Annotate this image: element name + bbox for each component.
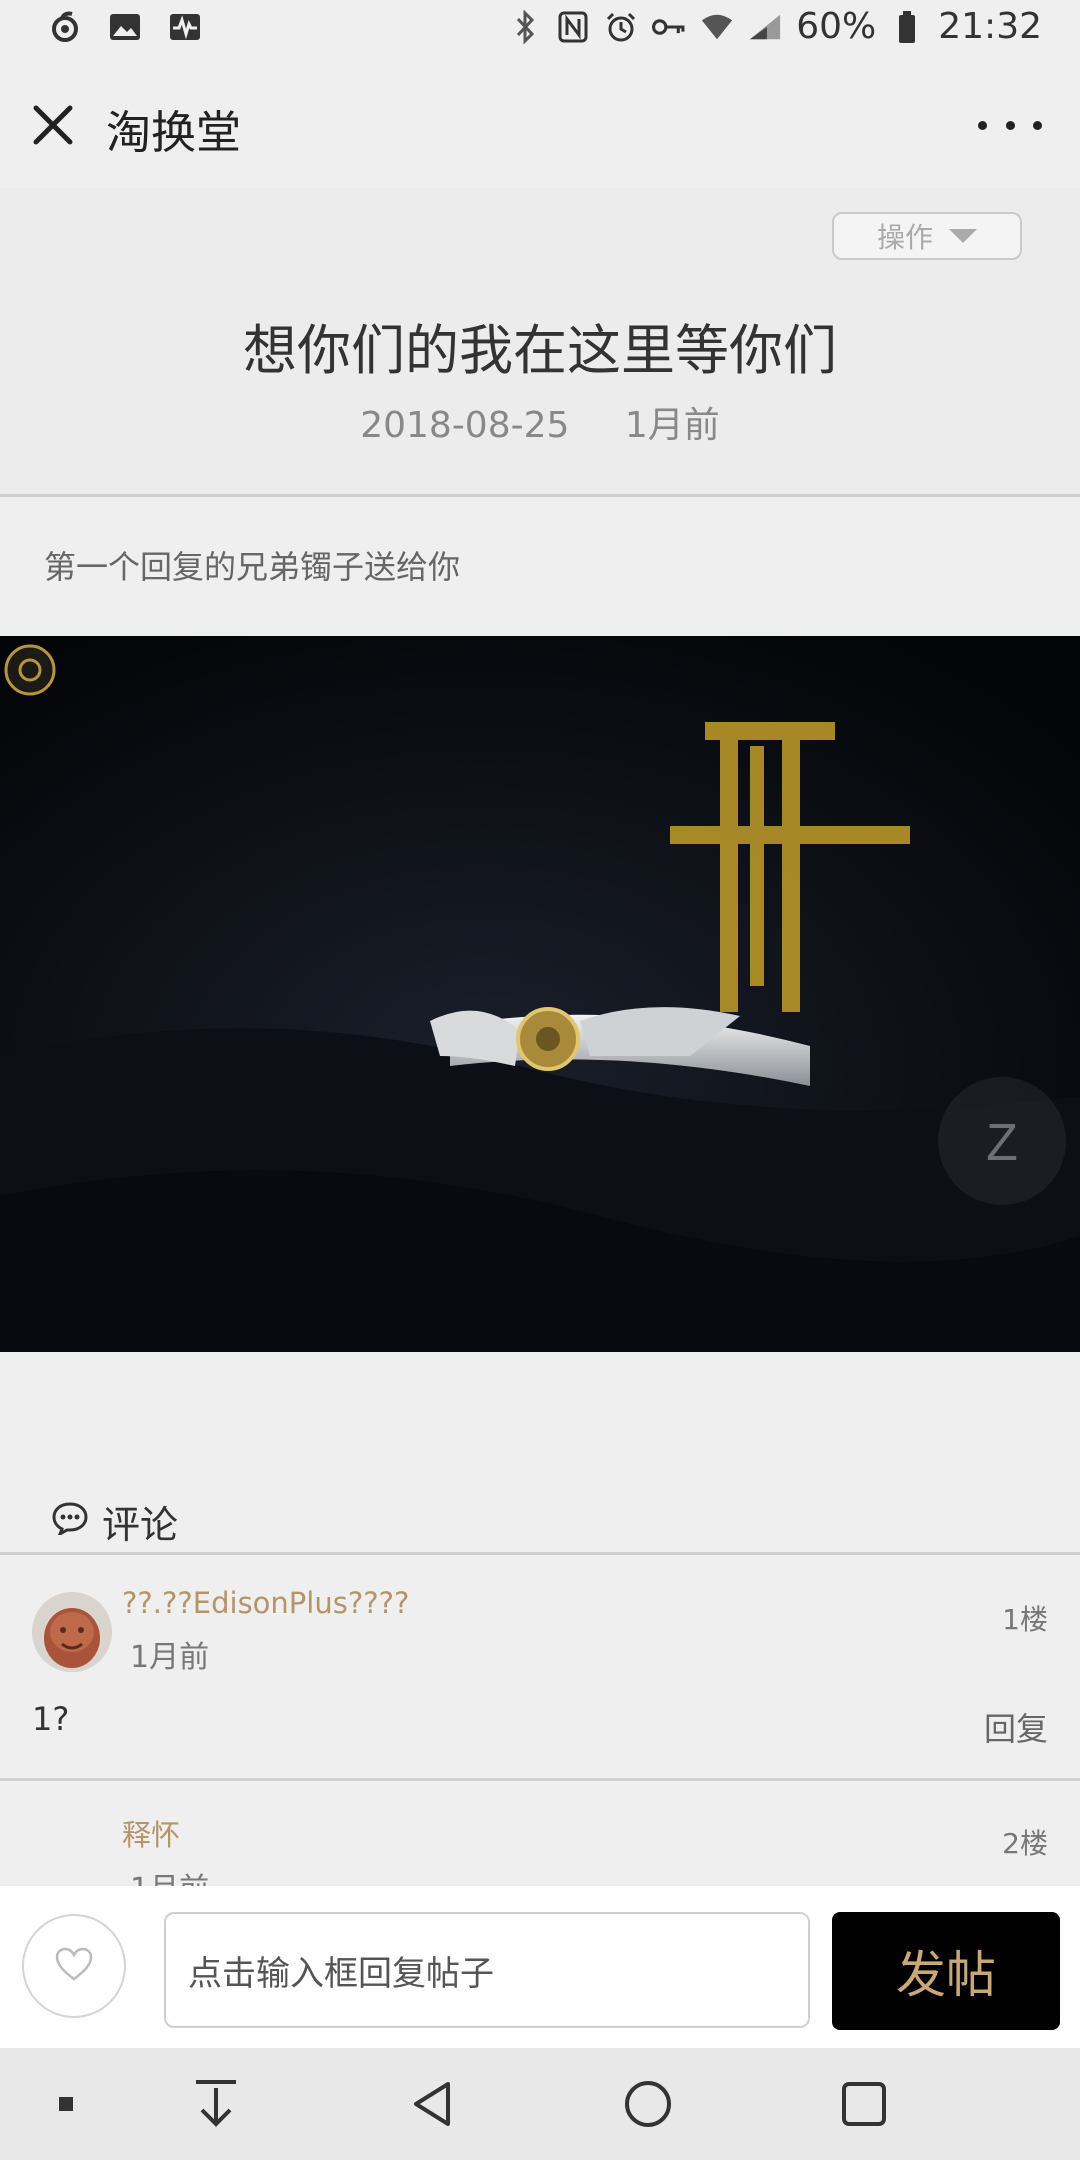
heart-icon: [54, 1946, 94, 1986]
divider: [0, 1552, 1080, 1555]
activity-icon: [168, 10, 202, 44]
back-icon[interactable]: [404, 2076, 460, 2132]
reply-button[interactable]: 回复: [984, 1704, 1048, 1750]
post-body-text: 第一个回复的兄弟镯子送给你: [44, 548, 461, 586]
comment-item: ??.??EdisonPlus???? 1月前 1楼 1? 回复: [0, 1556, 1080, 1781]
page-title: 淘换堂: [106, 106, 242, 159]
clock: 21:32: [938, 6, 1042, 47]
chevron-down-icon: [949, 229, 977, 243]
close-icon[interactable]: [26, 98, 80, 152]
reply-input[interactable]: 点击输入框回复帖子: [164, 1912, 810, 2028]
avatar[interactable]: [32, 1592, 112, 1672]
comment-item: 释怀 1月前 2楼: [0, 1782, 1080, 1892]
post-relative-time: 1月前: [624, 405, 720, 446]
dot-icon[interactable]: [38, 2076, 94, 2132]
comment-bubble-icon: [52, 1500, 88, 1544]
download-arrow-icon[interactable]: [188, 2076, 244, 2132]
comment-time: 1月前: [130, 1640, 210, 1675]
key-icon: [652, 10, 686, 44]
operation-dropdown[interactable]: 操作: [832, 212, 1022, 260]
battery-percent: 60%: [796, 6, 877, 47]
system-navigation-bar: [0, 2048, 1080, 2160]
post-meta: 2018-08-25 1月前: [0, 396, 1080, 448]
operation-label: 操作: [876, 221, 933, 254]
svg-text:Z: Z: [986, 1114, 1018, 1172]
recent-apps-icon[interactable]: [836, 2076, 892, 2132]
comments-section-title: 评论: [52, 1494, 178, 1549]
signal-icon: [748, 10, 782, 44]
comment-floor: 1楼: [1002, 1603, 1048, 1636]
bluetooth-icon: [508, 9, 542, 44]
reply-bar: 点击输入框回复帖子 发帖: [0, 1886, 1080, 2048]
wifi-icon: [700, 10, 734, 44]
more-menu-icon[interactable]: [978, 110, 1042, 140]
post-date: 2018-08-25: [360, 405, 570, 446]
battery-icon: [890, 10, 924, 44]
post-image[interactable]: Z: [0, 636, 1080, 1352]
comment-floor: 2楼: [1002, 1827, 1048, 1860]
alarm-icon: [604, 10, 638, 44]
comments-label: 评论: [102, 1503, 179, 1547]
comment-author[interactable]: ??.??EdisonPlus????: [122, 1586, 409, 1620]
nfc-icon: [556, 10, 590, 44]
status-bar: 60% 21:32: [0, 0, 1080, 62]
home-icon[interactable]: [620, 2076, 676, 2132]
comment-text: 1?: [32, 1700, 70, 1738]
post-title: 想你们的我在这里等你们: [243, 319, 837, 382]
netease-music-icon: [48, 10, 82, 44]
post-header: 操作 想你们的我在这里等你们 2018-08-25 1月前: [0, 188, 1080, 497]
gallery-icon: [108, 10, 142, 44]
comment-author[interactable]: 释怀: [122, 1812, 180, 1854]
like-button[interactable]: [22, 1914, 126, 2018]
post-button[interactable]: 发帖: [832, 1912, 1060, 2030]
app-header: 淘换堂: [0, 62, 1080, 188]
